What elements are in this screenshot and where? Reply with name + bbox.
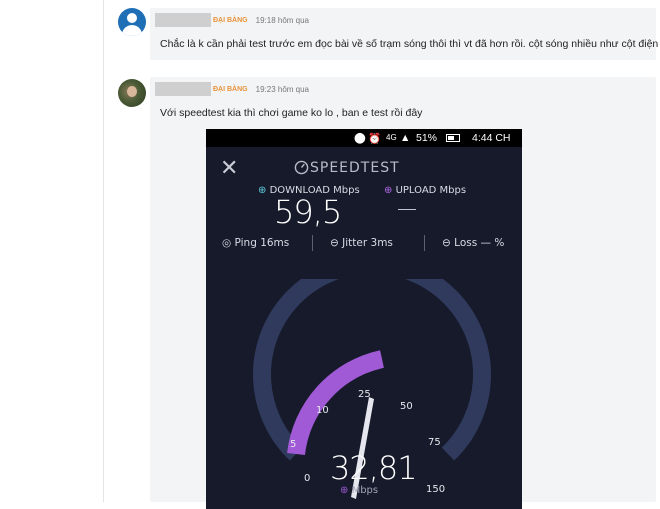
upload-value-dash xyxy=(398,209,416,210)
avatar-default-user-icon[interactable] xyxy=(118,8,146,36)
battery-percent: 51% xyxy=(416,132,438,144)
gauge-tick: 75 xyxy=(428,437,441,448)
page: ĐẠI BÀNG 19:18 hôm qua Chắc là k cần phả… xyxy=(0,0,660,509)
avatar-photo[interactable] xyxy=(118,79,146,107)
upload-icon: ⊕ xyxy=(384,185,393,196)
comment-meta: ĐẠI BÀNG 19:23 hôm qua xyxy=(155,82,309,96)
comment-meta: ĐẠI BÀNG 19:18 hôm qua xyxy=(155,13,309,27)
network-type: 4G xyxy=(386,133,397,142)
gauge-tick: 50 xyxy=(400,401,413,412)
download-icon: ⊕ xyxy=(258,185,267,196)
left-gutter xyxy=(0,0,104,502)
speedtest-logo-icon xyxy=(294,160,309,175)
divider xyxy=(312,235,313,251)
user-rank-badge: ĐẠI BÀNG xyxy=(213,16,248,24)
comment-time[interactable]: 19:23 hôm qua xyxy=(256,85,309,94)
gauge-unit: ⊕ Mbps xyxy=(340,485,379,496)
gauge-reading: 32,81 xyxy=(330,449,418,487)
gauge-tick: 150 xyxy=(426,484,445,495)
loss-icon: ⊖ xyxy=(442,237,451,249)
ping-metric: ◎ Ping 16ms xyxy=(222,237,290,249)
speedtest-title: SPEEDTEST xyxy=(310,160,400,176)
comment-text: Với speedtest kia thì chơi game ko lo , … xyxy=(160,107,423,119)
upload-arrow-icon: ⊕ xyxy=(340,485,349,496)
download-value: 59,5 xyxy=(274,193,342,231)
user-rank-badge: ĐẠI BÀNG xyxy=(213,85,248,93)
comment-bubble: ĐẠI BÀNG 19:18 hôm qua Chắc là k cần phả… xyxy=(150,8,660,60)
gauge-tick: 5 xyxy=(290,439,296,450)
signal-icon: ▲ xyxy=(400,132,411,144)
comment-text: Chắc là k cần phải test trước em đọc bài… xyxy=(160,38,660,50)
comment-time[interactable]: 19:18 hôm qua xyxy=(256,16,309,25)
comment-bubble: ĐẠI BÀNG 19:23 hôm qua Với speedtest kia… xyxy=(150,77,656,509)
gauge-tick: 0 xyxy=(304,473,310,484)
redacted-username[interactable] xyxy=(155,82,211,96)
ping-icon: ◎ xyxy=(222,237,232,249)
speedtest-screenshot[interactable]: ⬤ ⏰ 4G ▲ 51% 4:44 CH ✕ SPEEDTEST ⊕ DOWNL… xyxy=(206,129,522,509)
comment: ĐẠI BÀNG 19:23 hôm qua Với speedtest kia… xyxy=(104,70,660,509)
clock: 4:44 CH xyxy=(472,132,511,144)
battery-icon xyxy=(446,134,460,142)
gauge-tick: 25 xyxy=(358,389,371,400)
jitter-metric: ⊖ Jitter 3ms xyxy=(330,237,393,249)
divider xyxy=(424,235,425,251)
alarm-icon: ⏰ xyxy=(368,133,382,145)
jitter-icon: ⊖ xyxy=(330,237,339,249)
location-icon: ⬤ xyxy=(354,132,366,144)
gauge-tick: 10 xyxy=(316,405,329,416)
status-bar: ⬤ ⏰ 4G ▲ 51% 4:44 CH xyxy=(206,129,522,147)
upload-label: ⊕ UPLOAD Mbps xyxy=(384,185,467,196)
redacted-username[interactable] xyxy=(155,13,211,27)
comment: ĐẠI BÀNG 19:18 hôm qua Chắc là k cần phả… xyxy=(104,0,660,70)
close-icon[interactable]: ✕ xyxy=(220,155,238,181)
loss-metric: ⊖ Loss — % xyxy=(442,237,505,249)
